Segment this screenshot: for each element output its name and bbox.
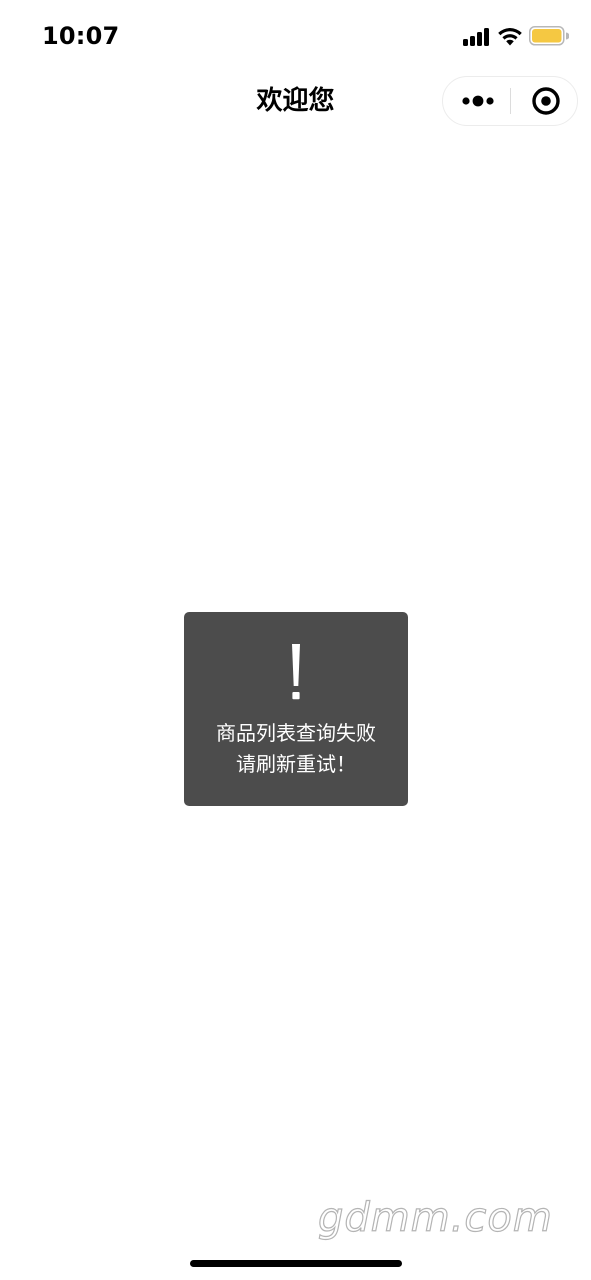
wifi-icon: [498, 28, 522, 46]
nav-bar: 欢迎您: [0, 72, 591, 130]
exclamation-icon: [292, 644, 300, 700]
signal-icon: [463, 27, 491, 46]
close-target-icon: [532, 87, 560, 115]
more-dots-icon: [462, 95, 494, 107]
close-button[interactable]: [511, 77, 577, 125]
home-indicator[interactable]: [190, 1260, 402, 1267]
status-bar: 10:07: [0, 0, 591, 72]
toast-message: 商品列表查询失败 请刷新重试！: [216, 721, 376, 776]
status-time: 10:07: [42, 22, 120, 50]
more-button[interactable]: [443, 77, 511, 125]
watermark: gdmm.com: [317, 1194, 553, 1241]
battery-icon: [529, 26, 569, 46]
mini-program-capsule: [442, 76, 578, 126]
error-toast: 商品列表查询失败 请刷新重试！: [184, 612, 408, 806]
